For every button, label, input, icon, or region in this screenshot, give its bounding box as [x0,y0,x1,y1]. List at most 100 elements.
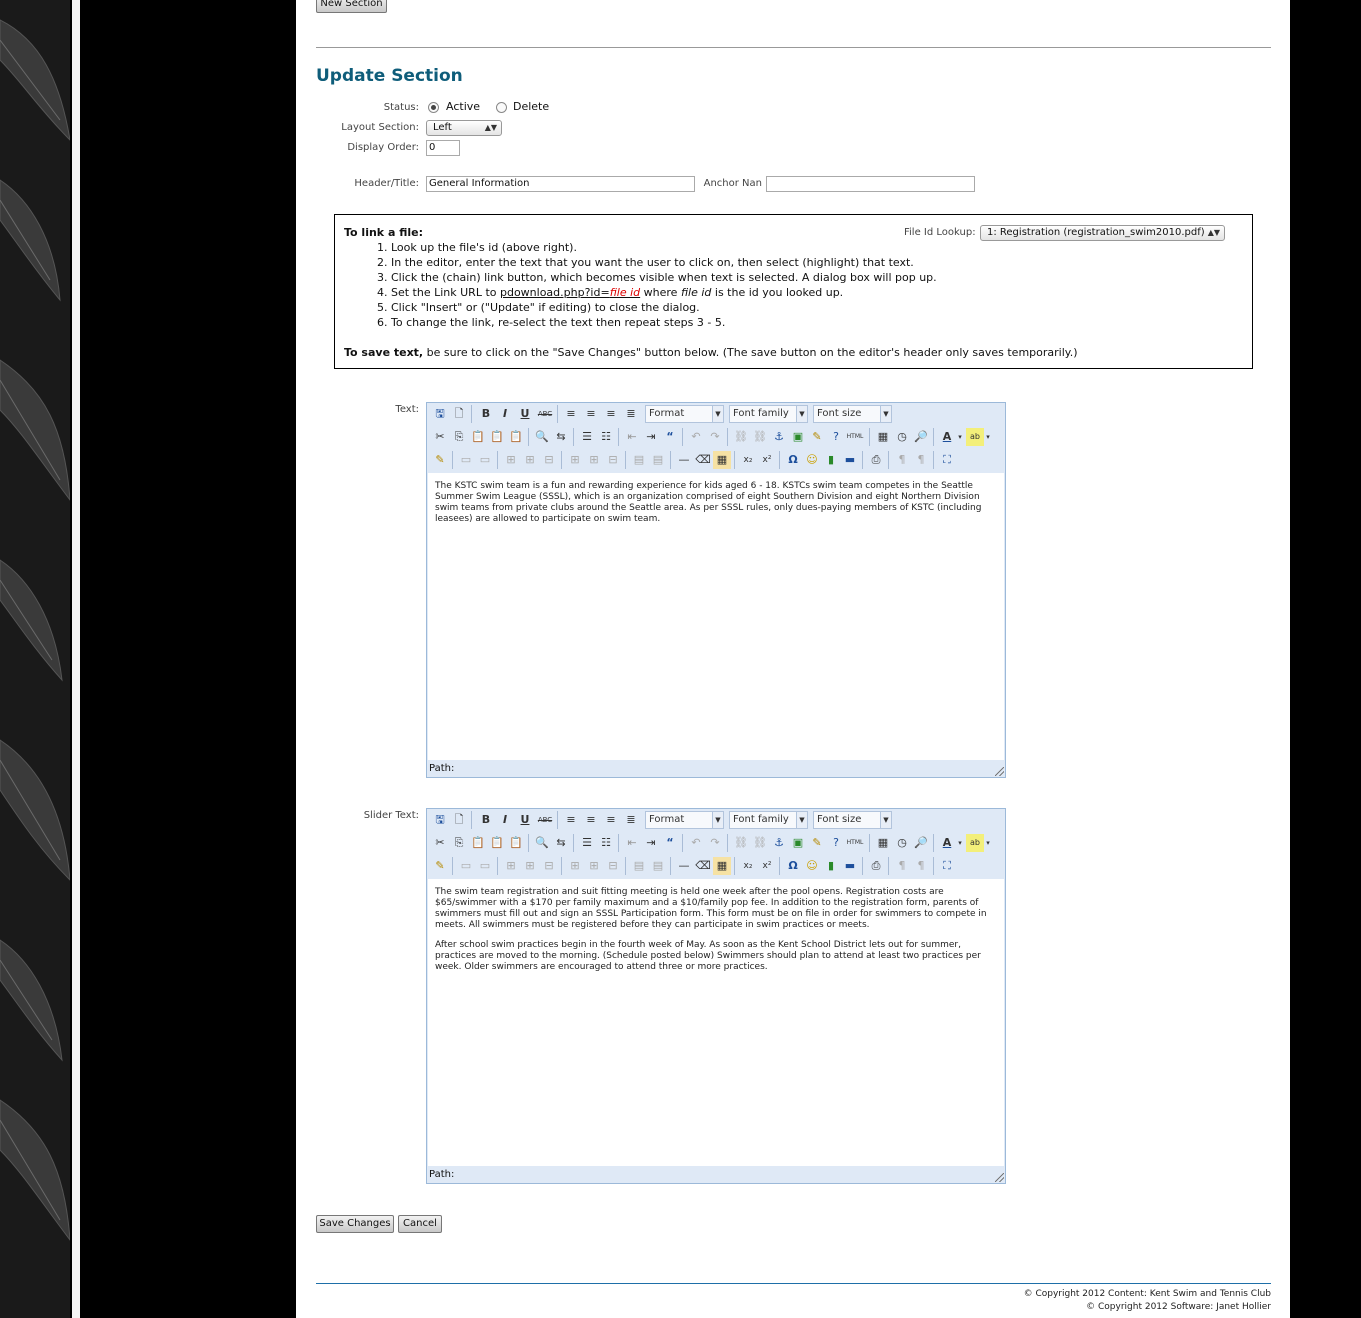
ltr-icon[interactable]: ¶ [893,451,911,469]
help-icon[interactable]: ? [827,428,845,446]
insert-time-icon[interactable]: ◷ [893,428,911,446]
new-section-button[interactable]: New Section [316,0,387,13]
paste-text-icon[interactable]: 📋 [488,428,506,446]
redo-icon[interactable]: ↷ [706,428,724,446]
edit-css-icon[interactable]: ✎ [431,857,449,875]
display-order-input[interactable]: 0 [426,140,460,156]
anchor-icon[interactable]: ⚓ [770,834,788,852]
table-cell-props-icon[interactable]: ▭ [476,451,494,469]
save-icon[interactable]: 🖫 [431,405,449,423]
outdent-icon[interactable]: ⇤ [623,834,641,852]
italic-icon[interactable]: I [496,405,514,423]
dropdown-icon[interactable]: ▾ [956,428,964,446]
remove-format-icon[interactable]: ⌫ [694,857,712,875]
find-icon[interactable]: 🔍 [533,834,551,852]
find-icon[interactable]: 🔍 [533,428,551,446]
italic-icon[interactable]: I [496,811,514,829]
anchor-name-input[interactable] [766,176,975,192]
bullet-list-icon[interactable]: ☰ [578,834,596,852]
delete-row-icon[interactable]: ⊟ [540,857,558,875]
unlink-icon[interactable]: ⛓ [751,834,769,852]
font-family-select[interactable]: Font family ▼ [729,405,808,423]
strikethrough-icon[interactable]: ABC [536,811,554,829]
preview-icon[interactable]: 🔎 [912,834,930,852]
status-active-radio[interactable] [428,102,439,113]
text-color-icon[interactable]: A [938,834,956,852]
row-before-icon[interactable]: ⊞ [502,857,520,875]
media-icon[interactable]: ▮ [822,857,840,875]
align-justify-icon[interactable]: ≣ [622,811,640,829]
superscript-icon[interactable]: x² [758,857,776,875]
paste-icon[interactable]: 📋 [469,428,487,446]
blockquote-icon[interactable]: “ [661,834,679,852]
dropdown-icon[interactable]: ▾ [984,428,992,446]
font-family-select[interactable]: Font family ▼ [729,811,808,829]
delete-col-icon[interactable]: ⊟ [604,857,622,875]
numbered-list-icon[interactable]: ☷ [597,428,615,446]
highlight-color-icon[interactable]: ab [966,428,984,446]
special-char-icon[interactable]: Ω [784,451,802,469]
indent-icon[interactable]: ⇥ [642,834,660,852]
text-editor-content[interactable]: The KSTC swim team is a fun and rewardin… [428,473,1004,760]
undo-icon[interactable]: ↶ [687,428,705,446]
copy-icon[interactable]: ⎘ [450,428,468,446]
anchor-icon[interactable]: ⚓ [770,428,788,446]
undo-icon[interactable]: ↶ [687,834,705,852]
link-icon[interactable]: ⛓ [732,428,750,446]
emoticon-icon[interactable]: ☺ [803,857,821,875]
replace-icon[interactable]: ⇆ [552,428,570,446]
save-icon[interactable]: 🖫 [431,811,449,829]
pdownload-link[interactable]: pdownload.php?id=file id [500,286,640,299]
bullet-list-icon[interactable]: ☰ [578,428,596,446]
table-cell-props-icon[interactable]: ▭ [476,857,494,875]
new-document-icon[interactable]: 🗋 [450,811,468,829]
split-cells-icon[interactable]: ▤ [630,451,648,469]
link-icon[interactable]: ⛓ [732,834,750,852]
align-center-icon[interactable]: ≡ [582,405,600,423]
file-lookup-select[interactable]: 1: Registration (registration_swim2010.p… [980,225,1225,241]
help-icon[interactable]: ? [827,834,845,852]
special-char-icon[interactable]: Ω [784,857,802,875]
rtl-icon[interactable]: ¶ [912,857,930,875]
blockquote-icon[interactable]: “ [661,428,679,446]
merge-cells-icon[interactable]: ▤ [649,857,667,875]
row-before-icon[interactable]: ⊞ [502,451,520,469]
resize-grip-icon[interactable] [995,767,1004,776]
new-document-icon[interactable]: 🗋 [450,405,468,423]
cleanup-icon[interactable]: ✎ [808,834,826,852]
numbered-list-icon[interactable]: ☷ [597,834,615,852]
paste-word-icon[interactable]: 📋 [507,834,525,852]
format-select[interactable]: Format ▼ [645,811,724,829]
table-row-props-icon[interactable]: ▭ [457,857,475,875]
emoticon-icon[interactable]: ☺ [803,451,821,469]
html-icon[interactable]: HTML [846,428,864,446]
unlink-icon[interactable]: ⛓ [751,428,769,446]
copy-icon[interactable]: ⎘ [450,834,468,852]
cleanup-icon[interactable]: ✎ [808,428,826,446]
strikethrough-icon[interactable]: ABC [536,405,554,423]
advanced-hr-icon[interactable]: ▬ [841,451,859,469]
paste-word-icon[interactable]: 📋 [507,428,525,446]
preview-icon[interactable]: 🔎 [912,428,930,446]
header-title-input[interactable]: General Information [426,176,695,192]
underline-icon[interactable]: U [516,405,534,423]
bold-icon[interactable]: B [477,811,495,829]
horizontal-rule-icon[interactable]: — [675,857,693,875]
image-icon[interactable]: ▣ [789,834,807,852]
resize-grip-icon[interactable] [995,1173,1004,1182]
dropdown-icon[interactable]: ▾ [956,834,964,852]
replace-icon[interactable]: ⇆ [552,834,570,852]
html-icon[interactable]: HTML [846,834,864,852]
col-after-icon[interactable]: ⊞ [585,451,603,469]
paste-text-icon[interactable]: 📋 [488,834,506,852]
align-left-icon[interactable]: ≡ [562,811,580,829]
insert-date-icon[interactable]: ▦ [874,834,892,852]
indent-icon[interactable]: ⇥ [642,428,660,446]
image-icon[interactable]: ▣ [789,428,807,446]
font-size-select[interactable]: Font size ▼ [813,405,892,423]
text-color-icon[interactable]: A [938,428,956,446]
split-cells-icon[interactable]: ▤ [630,857,648,875]
merge-cells-icon[interactable]: ▤ [649,451,667,469]
visual-aid-icon[interactable]: ▦ [713,451,731,469]
slider-editor-content[interactable]: The swim team registration and suit fitt… [428,879,1004,1166]
